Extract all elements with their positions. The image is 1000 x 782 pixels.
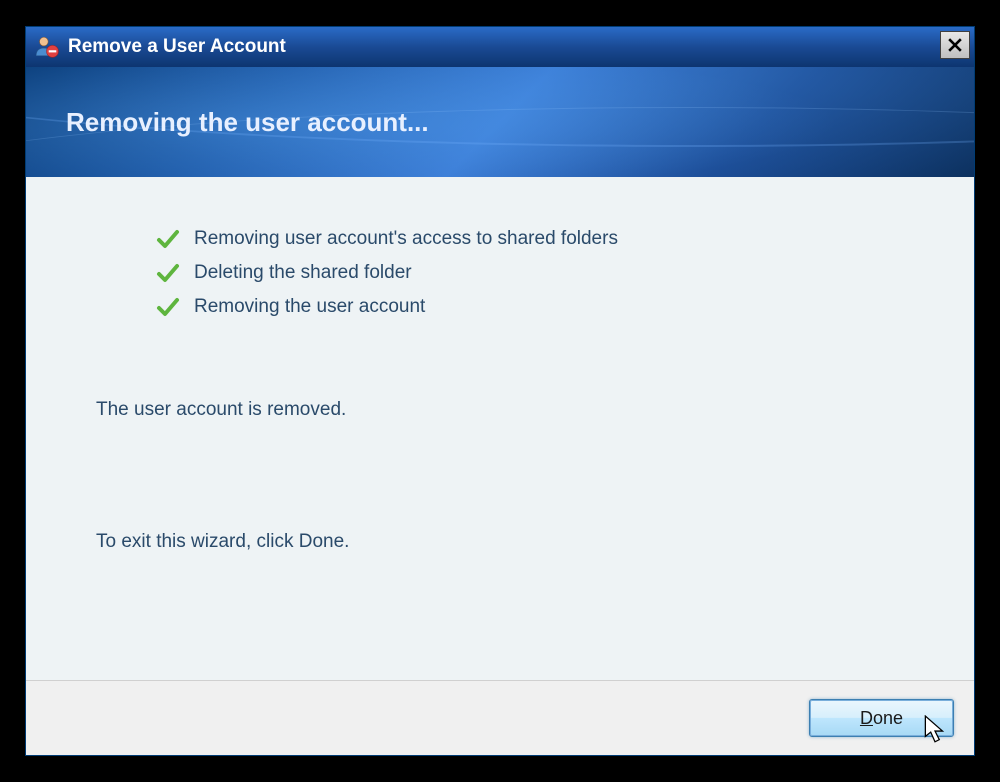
titlebar: Remove a User Account <box>26 27 974 67</box>
task-item: Removing the user account <box>156 295 904 319</box>
task-item: Removing user account's access to shared… <box>156 227 904 251</box>
checkmark-icon <box>156 227 180 251</box>
cursor-arrow-icon <box>924 715 946 745</box>
user-remove-icon <box>32 33 60 61</box>
footer: Done <box>26 680 974 755</box>
task-label: Removing user account's access to shared… <box>194 228 618 250</box>
checkmark-icon <box>156 295 180 319</box>
status-message: The user account is removed. <box>96 399 904 421</box>
wizard-window: Remove a User Account Removing the user … <box>25 26 975 756</box>
banner-title: Removing the user account... <box>66 107 429 138</box>
close-icon <box>948 38 962 52</box>
done-button-accelerator: D <box>860 708 873 728</box>
banner: Removing the user account... <box>26 67 974 177</box>
task-list: Removing user account's access to shared… <box>156 227 904 319</box>
content-area: Removing user account's access to shared… <box>26 177 974 680</box>
done-button-label-rest: one <box>873 708 903 728</box>
checkmark-icon <box>156 261 180 285</box>
window-title: Remove a User Account <box>68 36 286 58</box>
task-label: Deleting the shared folder <box>194 262 412 284</box>
task-item: Deleting the shared folder <box>156 261 904 285</box>
close-button[interactable] <box>940 31 970 59</box>
exit-hint: To exit this wizard, click Done. <box>96 531 904 553</box>
task-label: Removing the user account <box>194 296 425 318</box>
